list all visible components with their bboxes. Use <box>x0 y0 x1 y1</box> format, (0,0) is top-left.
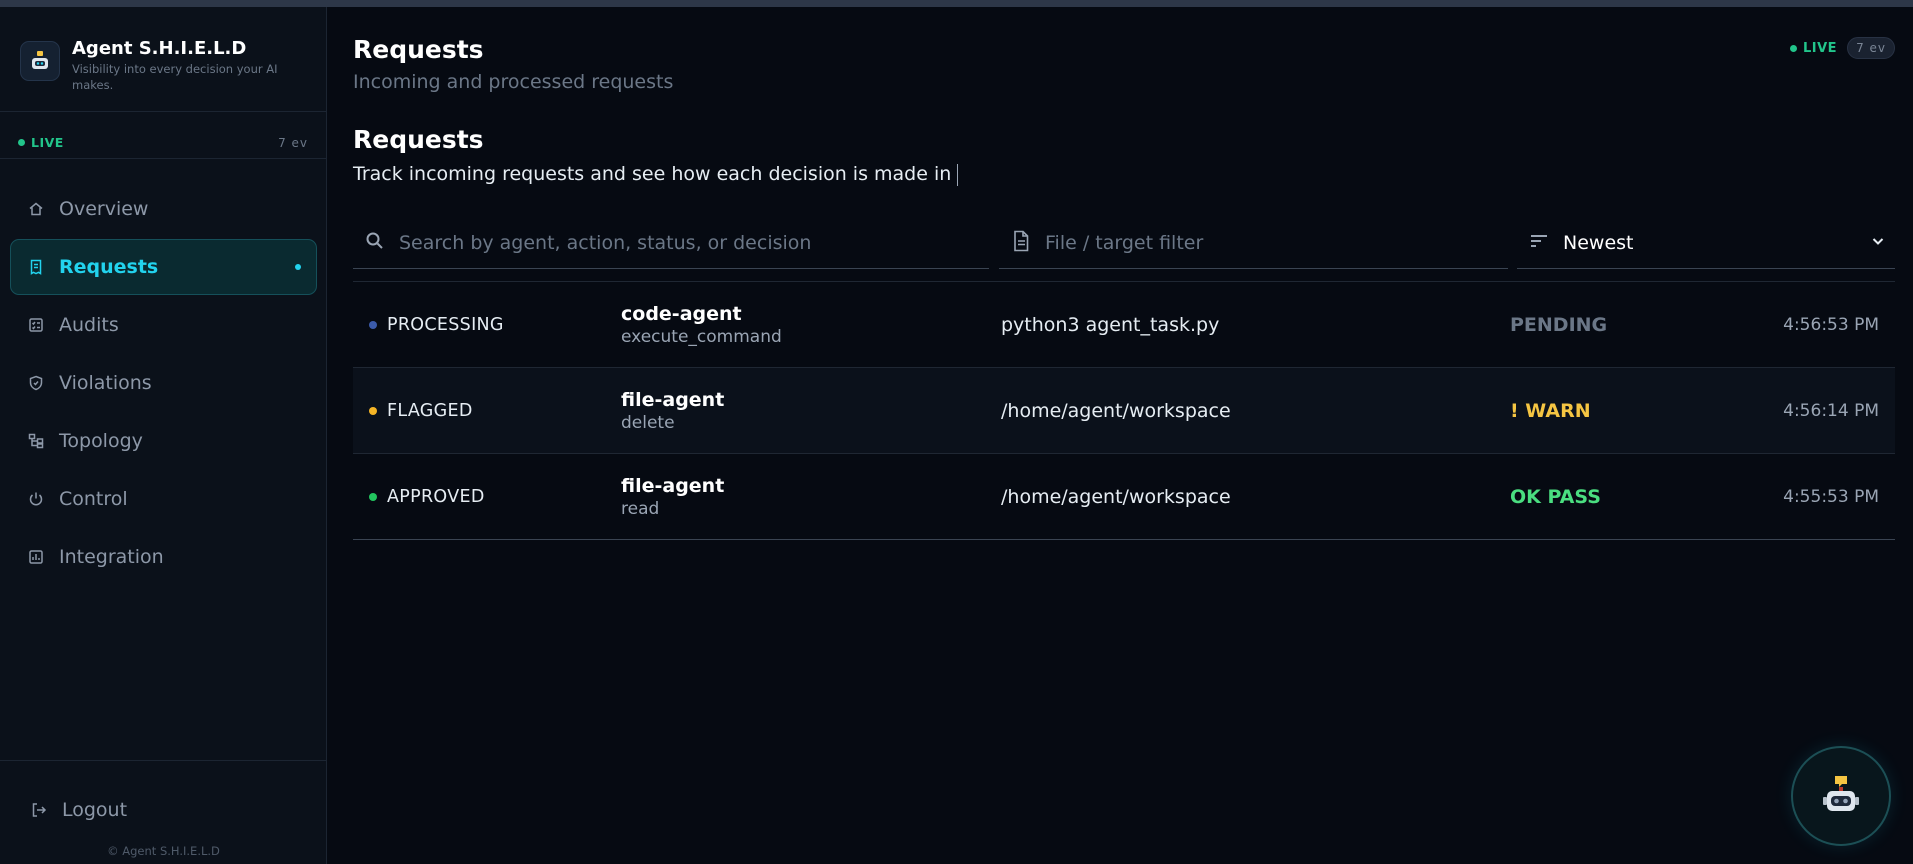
target-cell: python3 agent_task.py <box>1001 314 1220 336</box>
agent-action: delete <box>621 413 675 433</box>
event-count-badge: 7 ev <box>1847 37 1895 59</box>
filter-bar: Newest <box>353 217 1895 269</box>
search-input[interactable] <box>399 231 959 254</box>
sidebar-item-overview[interactable]: Overview <box>10 181 317 237</box>
app-subtitle: Visibility into every decision your AI m… <box>72 62 278 92</box>
sidebar-item-violations[interactable]: Violations <box>10 355 317 411</box>
status-text: PROCESSING <box>387 315 504 335</box>
sort-select[interactable]: Newest <box>1517 217 1895 269</box>
sidebar-item-audits[interactable]: Audits <box>10 297 317 353</box>
event-count: 7 ev <box>278 135 308 150</box>
table-row[interactable]: APPROVED file-agent read /home/agent/wor… <box>353 454 1895 540</box>
table-row[interactable]: FLAGGED file-agent delete /home/agent/wo… <box>353 368 1895 454</box>
power-icon <box>27 490 45 508</box>
target-cell: /home/agent/workspace <box>1001 486 1231 508</box>
status-cell: FLAGGED <box>369 368 473 454</box>
copyright: © Agent S.H.I.E.L.D <box>107 844 220 858</box>
shield-icon <box>27 374 45 392</box>
requests-table: PROCESSING code-agent execute_command py… <box>353 281 1895 540</box>
file-filter[interactable] <box>999 217 1508 269</box>
checklist-icon <box>27 316 45 334</box>
live-label: LIVE <box>31 135 64 150</box>
home-icon <box>27 200 45 218</box>
sidebar: Agent S.H.I.E.L.D Visibility into every … <box>0 7 327 864</box>
live-label: LIVE <box>1803 40 1838 56</box>
logout-label: Logout <box>62 799 128 821</box>
decision-badge: ! WARN <box>1510 400 1591 422</box>
table-row[interactable]: PROCESSING code-agent execute_command py… <box>353 282 1895 368</box>
section-description: Track incoming requests and see how each… <box>353 163 959 186</box>
active-indicator-dot <box>295 264 301 270</box>
section-title: Requests <box>353 125 484 154</box>
live-dot-icon <box>1790 44 1797 52</box>
assistant-bot-button[interactable] <box>1791 746 1891 846</box>
sidebar-divider <box>0 158 327 159</box>
timestamp: 4:55:53 PM <box>1783 487 1879 507</box>
target-cell: /home/agent/workspace <box>1001 400 1231 422</box>
sidebar-item-label: Overview <box>59 198 149 220</box>
sidebar-item-topology[interactable]: Topology <box>10 413 317 469</box>
status-dot-icon <box>369 493 377 501</box>
robot-logo-icon <box>20 41 60 81</box>
page-title: Requests <box>353 35 484 64</box>
status-dot-icon <box>369 321 377 329</box>
status-cell: APPROVED <box>369 454 485 540</box>
section-description-text: Track incoming requests and see how each… <box>353 163 952 185</box>
page-subtitle: Incoming and processed requests <box>353 71 674 93</box>
header-live-status: LIVE 7 ev <box>1790 37 1895 59</box>
document-icon <box>1011 230 1031 256</box>
agent-name: file-agent <box>621 475 725 497</box>
sidebar-divider <box>0 111 327 112</box>
app-title: Agent S.H.I.E.L.D <box>72 38 247 59</box>
agent-action: execute_command <box>621 327 782 347</box>
agent-name: code-agent <box>621 303 742 325</box>
sidebar-item-integration[interactable]: Integration <box>10 529 317 585</box>
timestamp: 4:56:53 PM <box>1783 315 1879 335</box>
sidebar-item-label: Topology <box>59 430 143 452</box>
sidebar-nav: Overview Requests Audits Violations Topo… <box>10 181 317 587</box>
logout-icon <box>30 801 48 819</box>
agent-cell: file-agent read <box>621 454 724 540</box>
file-target-input[interactable] <box>1045 231 1465 254</box>
chevron-down-icon <box>1871 233 1885 252</box>
sidebar-item-label: Integration <box>59 546 164 568</box>
sidebar-item-label: Control <box>59 488 128 510</box>
text-caret <box>957 163 959 186</box>
network-icon <box>27 432 45 450</box>
sort-icon <box>1529 231 1549 255</box>
agent-name: file-agent <box>621 389 725 411</box>
search-filter[interactable] <box>353 217 989 269</box>
agent-cell: file-agent delete <box>621 368 724 454</box>
agent-action: read <box>621 499 660 519</box>
status-text: APPROVED <box>387 487 485 507</box>
sidebar-item-label: Audits <box>59 314 119 336</box>
sidebar-divider <box>0 760 327 761</box>
integration-icon <box>27 548 45 566</box>
sidebar-item-label: Requests <box>59 256 159 278</box>
timestamp: 4:56:14 PM <box>1783 401 1879 421</box>
agent-cell: code-agent execute_command <box>621 282 782 368</box>
sidebar-item-label: Violations <box>59 372 152 394</box>
robot-chat-icon <box>1819 772 1863 820</box>
live-dot-icon <box>18 139 25 146</box>
sidebar-item-requests[interactable]: Requests <box>10 239 317 295</box>
window-top-strip <box>0 0 1913 7</box>
decision-badge: PENDING <box>1510 314 1608 336</box>
status-cell: PROCESSING <box>369 282 504 368</box>
decision-badge: OK PASS <box>1510 486 1601 508</box>
live-status: LIVE 7 ev <box>18 135 308 150</box>
status-text: FLAGGED <box>387 401 473 421</box>
search-icon <box>365 231 385 255</box>
receipt-icon <box>27 258 45 276</box>
sort-value: Newest <box>1563 231 1634 254</box>
brand[interactable]: Agent S.H.I.E.L.D Visibility into every … <box>20 38 284 93</box>
status-dot-icon <box>369 407 377 415</box>
logout-button[interactable]: Logout <box>30 799 127 821</box>
sidebar-item-control[interactable]: Control <box>10 471 317 527</box>
